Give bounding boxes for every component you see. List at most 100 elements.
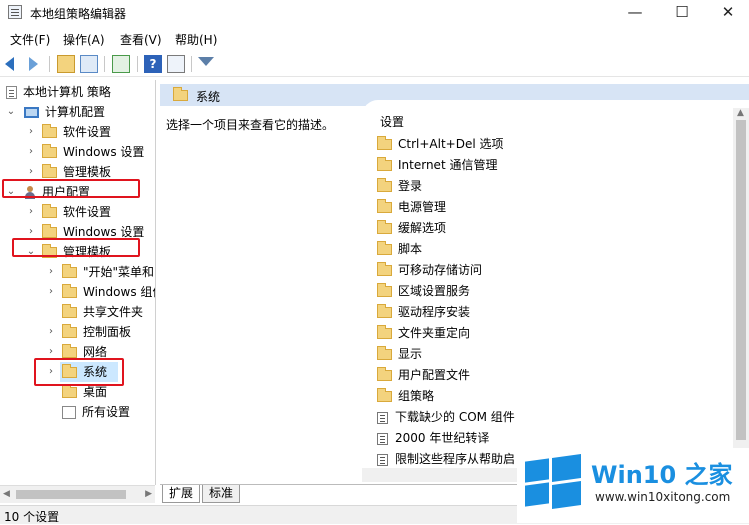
policy-document-icon [6, 86, 17, 99]
menu-file[interactable]: 文件(F) [10, 31, 50, 48]
folder-icon [42, 124, 57, 138]
list-item-label: 脚本 [398, 242, 423, 256]
list-item[interactable]: 脚本 [377, 239, 422, 260]
policy-setting-icon [377, 432, 388, 445]
tree-computer-software[interactable]: › 软件设置 [26, 122, 111, 142]
tree-horizontal-scrollbar[interactable]: ◀ ▶ [0, 485, 155, 503]
tree-item-label: 所有设置 [82, 405, 131, 419]
list-item-label: 用户配置文件 [398, 368, 471, 382]
folder-icon [42, 204, 57, 218]
up-folder-icon[interactable] [57, 55, 75, 73]
column-header-settings[interactable]: 设置 [380, 113, 404, 130]
folder-icon [377, 157, 392, 171]
show-hide-tree-icon[interactable] [80, 55, 98, 73]
list-item-label: 电源管理 [398, 200, 447, 214]
maximize-button[interactable]: ☐ [659, 0, 705, 26]
tree-user-software[interactable]: › 软件设置 [26, 202, 111, 222]
folder-icon [62, 384, 77, 398]
scroll-left-icon[interactable]: ◀ [3, 489, 10, 499]
list-item-label: Internet 通信管理 [398, 158, 498, 172]
tree-admin-windows-components[interactable]: › Windows 组件 [46, 282, 155, 302]
chevron-right-icon[interactable]: › [26, 202, 36, 222]
close-button[interactable]: ✕ [705, 0, 749, 26]
list-item[interactable]: Internet 通信管理 [377, 155, 497, 176]
highlight-box-system [34, 358, 124, 386]
list-item[interactable]: 驱动程序安装 [377, 302, 470, 323]
tree-computer-config[interactable]: ⌄ 计算机配置 [6, 102, 105, 122]
list-item-label: 显示 [398, 347, 423, 361]
folder-icon [42, 224, 57, 238]
export-list-icon[interactable] [112, 55, 130, 73]
help-icon[interactable]: ? [144, 55, 162, 73]
tree-root[interactable]: 本地计算机 策略 [6, 82, 111, 102]
list-item[interactable]: 登录 [377, 176, 422, 197]
scroll-right-icon[interactable]: ▶ [145, 489, 152, 499]
list-item[interactable]: 缓解选项 [377, 218, 446, 239]
chevron-right-icon[interactable]: › [26, 122, 36, 142]
tree-item-label: 控制面板 [83, 325, 132, 339]
toolbar: ? [0, 52, 749, 77]
chevron-right-icon[interactable]: › [46, 282, 56, 302]
chevron-right-icon[interactable]: › [46, 322, 56, 342]
tree-item-label: 管理模板 [63, 165, 112, 179]
list-item-label: 驱动程序安装 [398, 305, 471, 319]
scroll-thumb[interactable] [736, 120, 746, 440]
list-item[interactable]: 文件夹重定向 [377, 323, 470, 344]
highlight-box-user-config [2, 179, 140, 198]
folder-icon [377, 388, 392, 402]
list-vertical-scrollbar[interactable]: ▲ [733, 108, 749, 468]
chevron-right-icon[interactable]: › [26, 142, 36, 162]
tree-admin-all-settings[interactable]: 所有设置 [46, 402, 130, 422]
tree-computer-windows[interactable]: › Windows 设置 [26, 142, 144, 162]
tree-item-label: "开始"菜单和 [83, 265, 155, 279]
tree-item-label: 网络 [83, 345, 108, 359]
list-item-label: Ctrl+Alt+Del 选项 [398, 137, 504, 151]
toolbar-separator [137, 56, 138, 72]
chevron-down-icon[interactable]: ⌄ [6, 102, 16, 122]
scroll-up-icon[interactable]: ▲ [737, 108, 744, 118]
tree-root-label: 本地计算机 策略 [23, 85, 111, 99]
folder-icon [377, 325, 392, 339]
list-item-label: 可移动存储访问 [398, 263, 483, 277]
toolbar-separator [49, 56, 50, 72]
menu-view[interactable]: 查看(V) [120, 31, 162, 48]
folder-icon [62, 324, 77, 338]
folder-icon [377, 220, 392, 234]
toolbar-separator [191, 56, 192, 72]
scroll-thumb[interactable] [16, 490, 126, 499]
tree-admin-control-panel[interactable]: › 控制面板 [46, 322, 131, 342]
list-item-label: 缓解选项 [398, 221, 447, 235]
tree-admin-shared-folders[interactable]: 共享文件夹 [46, 302, 143, 322]
minimize-button[interactable]: — [612, 0, 658, 26]
list-item[interactable]: 显示 [377, 344, 422, 365]
list-item[interactable]: 电源管理 [377, 197, 446, 218]
list-item[interactable]: 区域设置服务 [377, 281, 470, 302]
tree-admin-start[interactable]: › "开始"菜单和 [46, 262, 154, 282]
list-item-label: 限制这些程序从帮助启 [395, 452, 516, 466]
forward-arrow-icon[interactable] [25, 55, 43, 73]
tree-item-label: 软件设置 [63, 205, 112, 219]
list-item[interactable]: 用户配置文件 [377, 365, 470, 386]
chevron-right-icon[interactable]: › [46, 262, 56, 282]
tree-item-label: 桌面 [83, 385, 108, 399]
list-item[interactable]: 2000 年世纪转译 [377, 428, 489, 449]
list-item[interactable]: 可移动存储访问 [377, 260, 482, 281]
list-item[interactable]: 下载缺少的 COM 组件 [377, 407, 515, 428]
list-item[interactable]: 组策略 [377, 386, 434, 407]
tree-item-label: Windows 设置 [63, 225, 145, 239]
tab-extended[interactable]: 扩展 [162, 485, 201, 503]
tab-standard[interactable]: 标准 [202, 485, 241, 503]
back-arrow-icon[interactable] [5, 55, 23, 73]
menu-action[interactable]: 操作(A) [63, 31, 105, 48]
watermark-url: www.win10xitong.com [595, 490, 731, 504]
list-item-label: 2000 年世纪转译 [395, 431, 490, 445]
filter-icon[interactable] [198, 55, 216, 73]
properties-icon[interactable] [167, 55, 185, 73]
folder-icon [62, 264, 77, 278]
menu-help[interactable]: 帮助(H) [175, 31, 217, 48]
list-item[interactable]: 限制这些程序从帮助启 [377, 449, 515, 466]
watermark: Win10 之家 www.win10xitong.com [517, 448, 749, 523]
folder-icon [62, 344, 77, 358]
highlight-box-admin-templates [12, 238, 140, 257]
list-item[interactable]: Ctrl+Alt+Del 选项 [377, 134, 503, 155]
